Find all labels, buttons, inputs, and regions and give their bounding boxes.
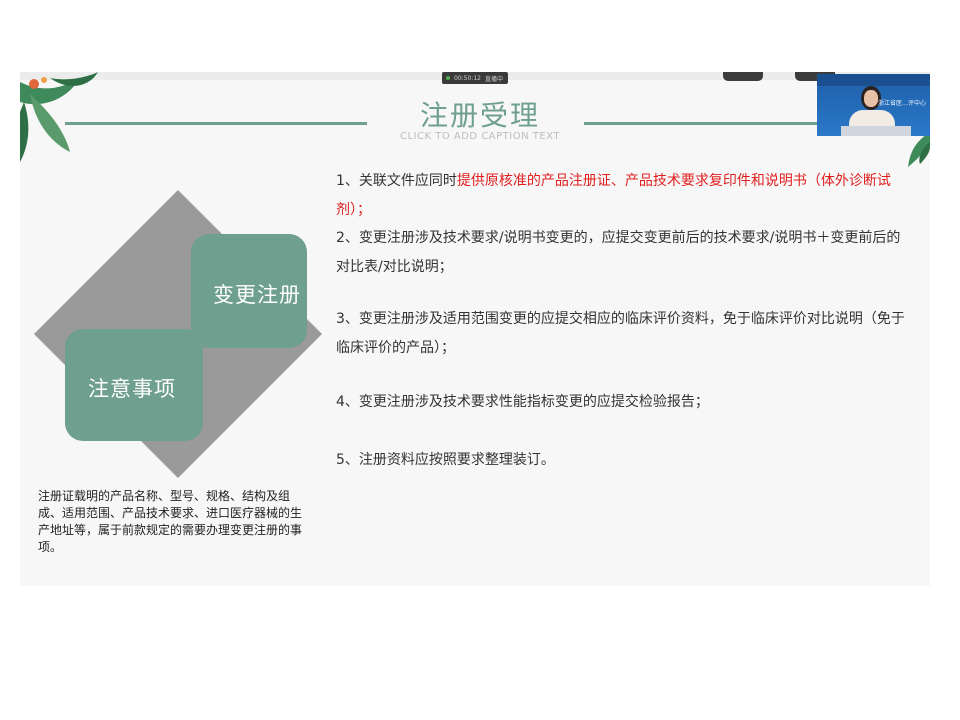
video-label: 浙江省医…评中心 bbox=[877, 100, 926, 107]
presenter-video[interactable]: 浙江省医…评中心 bbox=[817, 74, 930, 136]
box-top-label: 变更注册 bbox=[213, 283, 301, 307]
list-item: 5、注册资料应按照要求整理装订。 bbox=[336, 452, 555, 468]
caption-placeholder[interactable]: CLICK TO ADD CAPTION TEXT bbox=[380, 131, 580, 142]
slide-title: 注册受理 bbox=[419, 99, 540, 132]
list-item: 1、关联文件应同时提供原核准的产品注册证、产品技术要求复印件和说明书（体外诊断试… bbox=[336, 173, 891, 218]
presenter-desk bbox=[841, 126, 911, 136]
list-item: 2、变更注册涉及技术要求/说明书变更的，应提交变更前后的技术要求/说明书＋变更前… bbox=[336, 230, 901, 275]
list-item: 4、变更注册涉及技术要求性能指标变更的应提交检验报告； bbox=[336, 394, 709, 410]
note-text: 注册证载明的产品名称、型号、规格、结构及组成、适用范围、产品技术要求、进口医疗器… bbox=[38, 489, 303, 554]
box-bottom-label: 注意事项 bbox=[88, 377, 176, 401]
video-banner bbox=[817, 74, 930, 86]
list-item: 3、变更注册涉及适用范围变更的应提交相应的临床评价资料，免于临床评价对比说明（免… bbox=[336, 311, 905, 356]
presenter-face bbox=[864, 90, 878, 107]
presentation-slide: 00:50:12 直播中 注册受理 CLICK TO ADD CAPTION T… bbox=[20, 72, 930, 586]
title-divider-right bbox=[584, 122, 824, 125]
